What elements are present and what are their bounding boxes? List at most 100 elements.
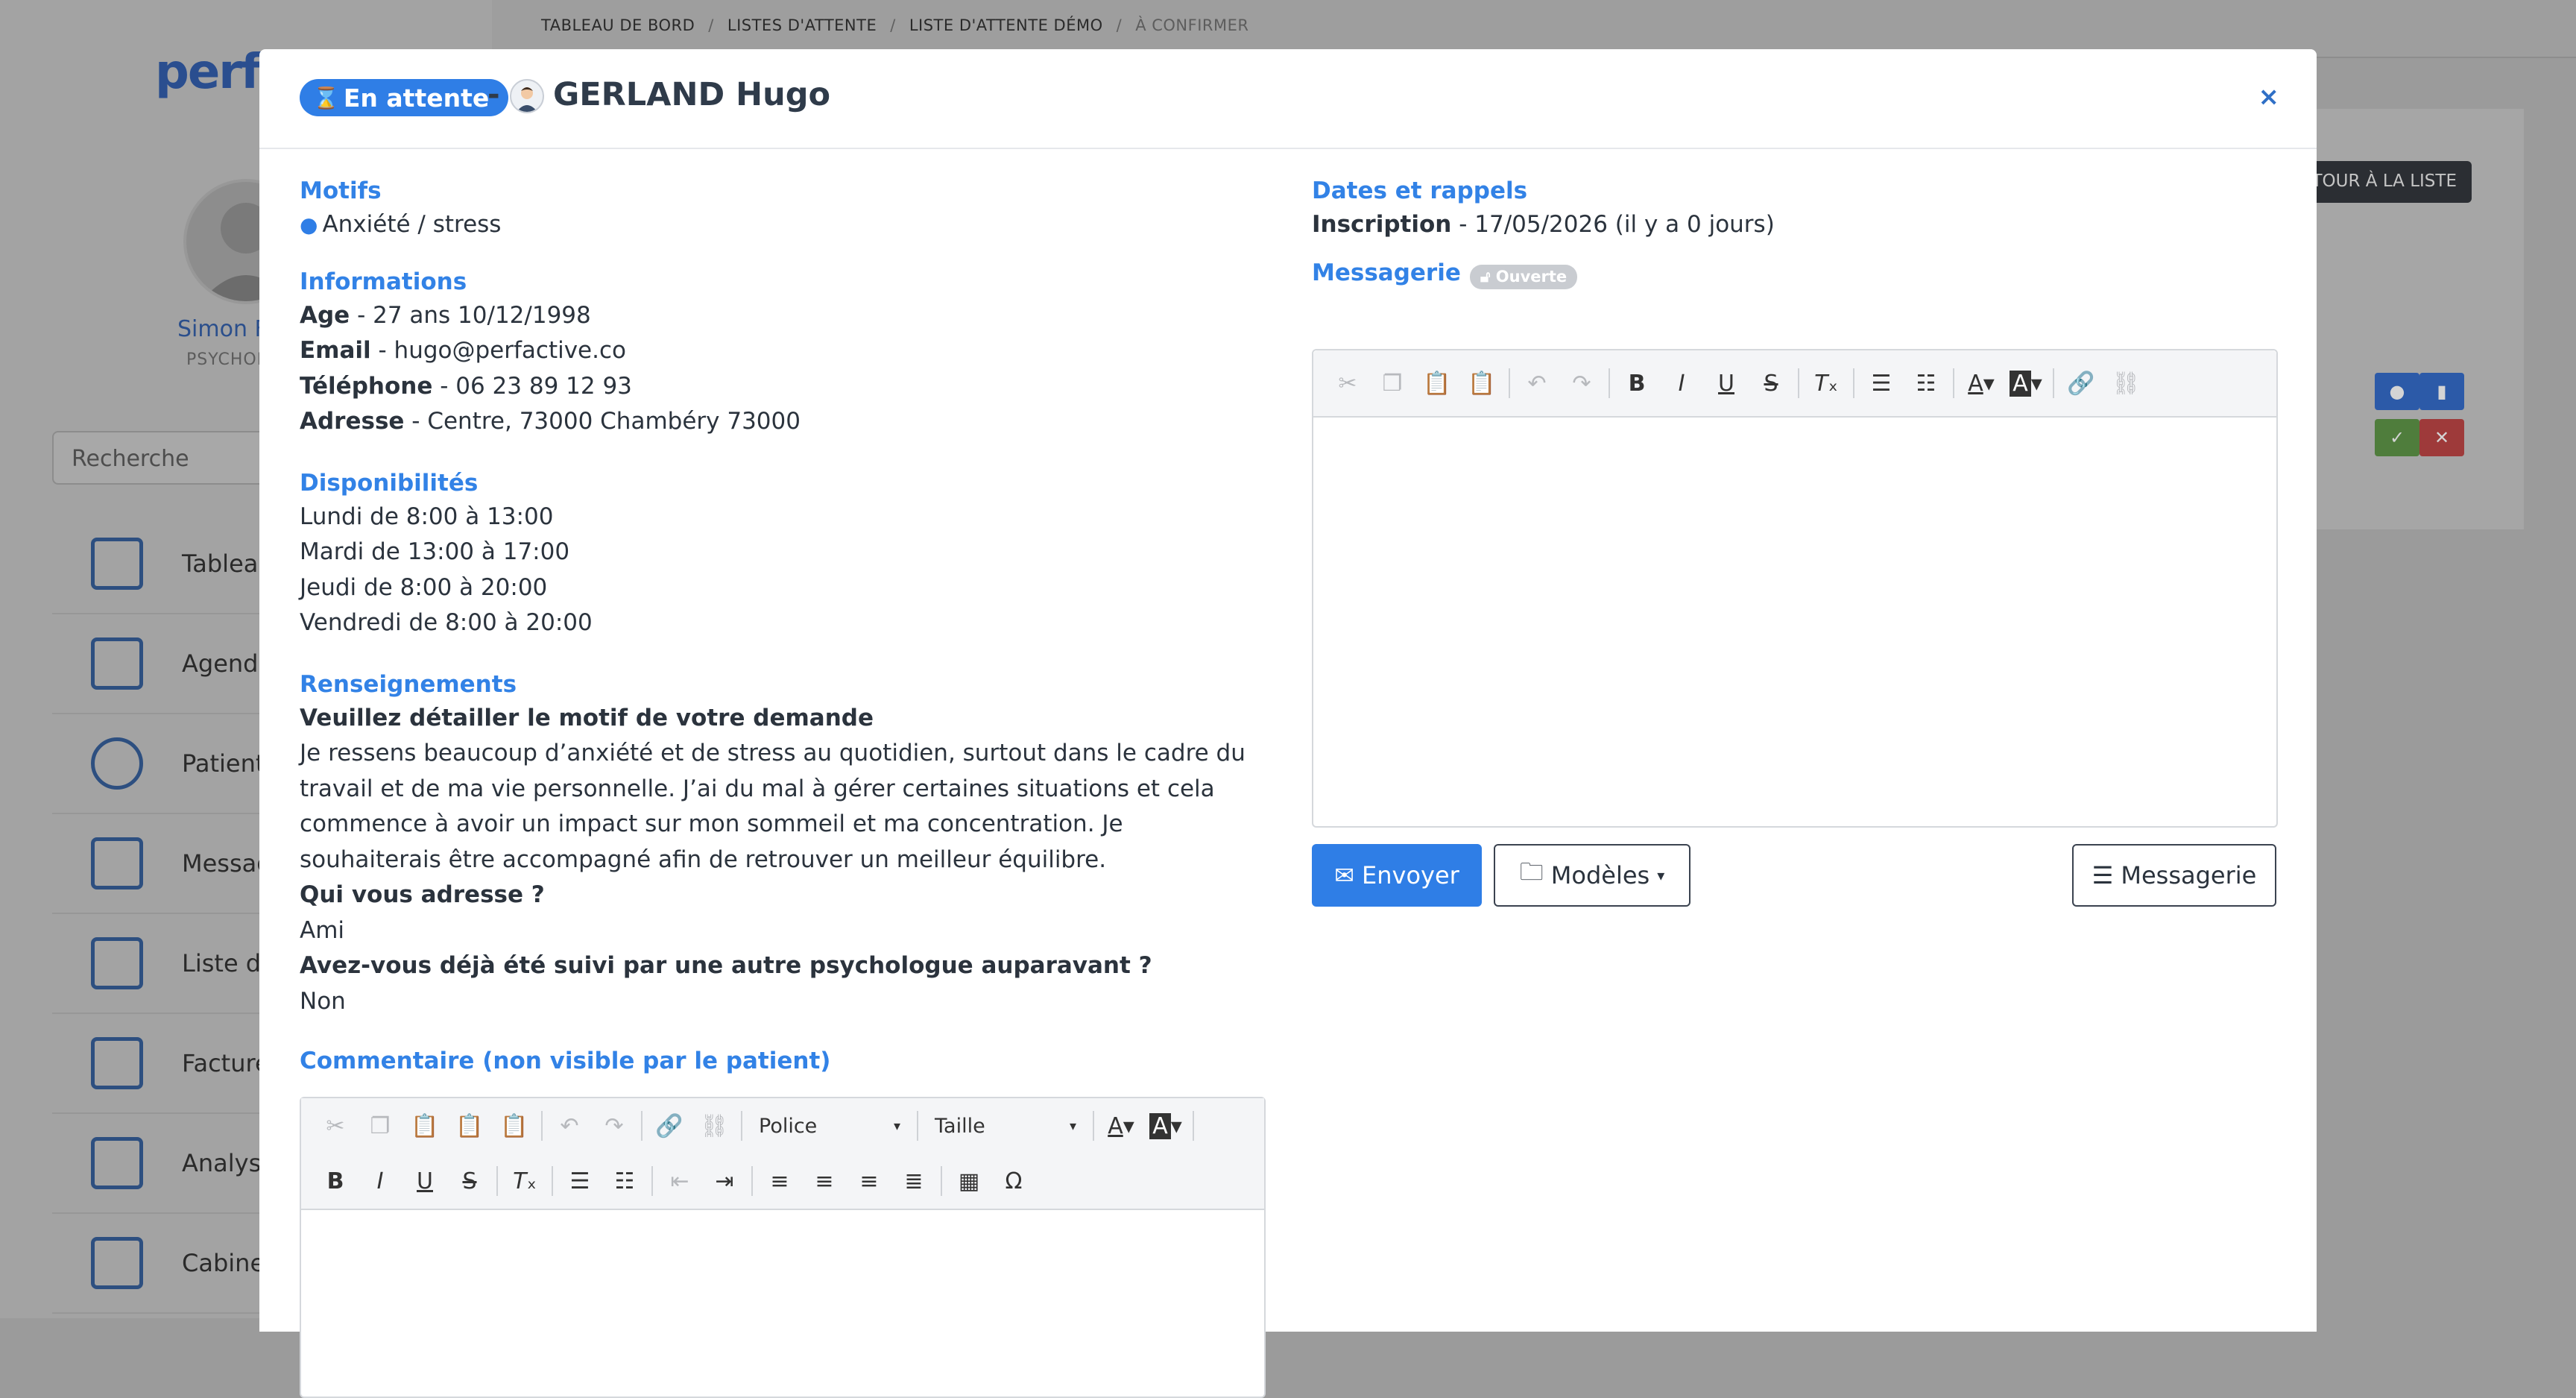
underline-icon[interactable]: U bbox=[1704, 361, 1749, 406]
tag-icon: ● bbox=[300, 212, 318, 237]
background-color-icon[interactable]: A ▾ bbox=[2004, 361, 2048, 406]
italic-icon[interactable]: I bbox=[358, 1159, 402, 1203]
bulleted-list-icon[interactable]: ☷ bbox=[602, 1159, 647, 1203]
box-icon bbox=[91, 1237, 143, 1289]
info-phone: Téléphone - 06 23 89 12 93 bbox=[300, 369, 1269, 405]
breadcrumb: TABLEAU DE BORD / LISTES D'ATTENTE / LISTE D… bbox=[541, 16, 1249, 34]
caret-down-icon: ▾ bbox=[1657, 866, 1665, 884]
info-value: - hugo@perfactive.co bbox=[370, 337, 627, 364]
commentaire-title: Commentaire (non visible par le patient) bbox=[300, 1048, 831, 1074]
copy-icon[interactable]: ❐ bbox=[358, 1103, 402, 1148]
align-center-icon[interactable]: ≡ bbox=[802, 1159, 847, 1203]
sidebar-item-label: Cabine bbox=[182, 1249, 265, 1277]
invoice-icon bbox=[91, 1037, 143, 1089]
answer: Non bbox=[300, 987, 346, 1015]
text-color-icon[interactable]: A ▾ bbox=[1959, 361, 2004, 406]
table-icon[interactable]: ▦ bbox=[947, 1159, 991, 1203]
remove-format-icon[interactable]: Tₓ bbox=[1804, 361, 1849, 406]
document-icon[interactable]: ▮ bbox=[2419, 373, 2464, 410]
breadcrumb-item[interactable]: TABLEAU DE BORD bbox=[541, 16, 695, 34]
info-age: Age - 27 ans 10/12/1998 bbox=[300, 298, 1269, 334]
undo-icon[interactable]: ↶ bbox=[547, 1103, 592, 1148]
align-right-icon[interactable]: ≡ bbox=[847, 1159, 891, 1203]
info-label: Adresse bbox=[300, 408, 405, 435]
paste-icon[interactable]: 📋 bbox=[1415, 361, 1459, 406]
comment-textarea[interactable] bbox=[301, 1210, 1264, 1329]
link-icon[interactable]: 🔗 bbox=[2059, 361, 2103, 406]
cut-icon[interactable]: ✂ bbox=[313, 1103, 358, 1148]
chart-icon bbox=[91, 1137, 143, 1189]
numbered-list-icon[interactable]: ☰ bbox=[558, 1159, 602, 1203]
sidebar-item-label: Analys bbox=[182, 1149, 262, 1177]
numbered-list-icon[interactable]: ☰ bbox=[1859, 361, 1904, 406]
comment-toolbar: ✂ ❐ 📋 📋 📋 ↶ ↷ 🔗 ⛓ Police ▾ Taille ▾ A ▾ … bbox=[301, 1098, 1264, 1210]
cut-icon[interactable]: ✂ bbox=[1325, 361, 1370, 406]
align-justify-icon[interactable]: ≣ bbox=[891, 1159, 936, 1203]
indent-icon[interactable]: ⇥ bbox=[702, 1159, 747, 1203]
unlock-icon: 🔓︎ bbox=[1480, 267, 1491, 286]
paste-word-icon[interactable]: 📋 bbox=[492, 1103, 537, 1148]
dashboard-icon bbox=[91, 538, 143, 590]
folder-icon: 🗀 bbox=[1519, 857, 1544, 886]
info-email: Email - hugo@perfactive.co bbox=[300, 333, 1269, 369]
bold-icon[interactable]: B bbox=[1614, 361, 1659, 406]
question: Qui vous adresse ? bbox=[300, 881, 545, 908]
messagerie-heading: Messagerie 🔓︎ Ouverte bbox=[1312, 256, 2276, 289]
size-select[interactable]: Taille ▾ bbox=[923, 1105, 1088, 1147]
paste-text-icon[interactable]: 📋 bbox=[1459, 361, 1504, 406]
outdent-icon[interactable]: ⇤ bbox=[657, 1159, 702, 1203]
answer: Ami bbox=[300, 916, 345, 944]
redo-icon[interactable]: ↷ bbox=[592, 1103, 637, 1148]
patient-side-panel: Dates et rappels Inscription - 17/05/202… bbox=[1312, 174, 2278, 907]
patient-modal: ⌛ En attente - GERLAND Hugo × Motifs ● An… bbox=[259, 49, 2317, 1398]
bulleted-list-icon[interactable]: ☷ bbox=[1904, 361, 1948, 406]
underline-icon[interactable]: U bbox=[402, 1159, 447, 1203]
font-select[interactable]: Police ▾ bbox=[747, 1105, 912, 1147]
templates-button[interactable]: 🗀 Modèles ▾ bbox=[1494, 844, 1690, 907]
modal-header: ⌛ En attente - GERLAND Hugo × bbox=[259, 49, 2317, 149]
background-color-icon[interactable]: A ▾ bbox=[1143, 1103, 1188, 1148]
link-icon[interactable]: 🔗 bbox=[647, 1103, 692, 1148]
send-button[interactable]: ✉ Envoyer bbox=[1312, 844, 1482, 907]
chevron-down-icon: ▾ bbox=[893, 1118, 900, 1134]
strikethrough-icon[interactable]: S bbox=[1749, 361, 1793, 406]
bold-icon[interactable]: B bbox=[313, 1159, 358, 1203]
availability-item: Lundi de 8:00 à 13:00 bbox=[300, 503, 554, 530]
message-textarea[interactable] bbox=[1313, 418, 2276, 820]
copy-icon[interactable]: ❐ bbox=[1370, 361, 1415, 406]
view-icon[interactable]: ● bbox=[2375, 373, 2419, 410]
availability-item: Mardi de 13:00 à 17:00 bbox=[300, 538, 570, 565]
comment-editor: ✂ ❐ 📋 📋 📋 ↶ ↷ 🔗 ⛓ Police ▾ Taille ▾ A ▾ … bbox=[300, 1097, 1266, 1398]
message-toolbar: ✂ ❐ 📋 📋 ↶ ↷ B I U S Tₓ ☰ ☷ A ▾ A ▾ 🔗 ⛓ bbox=[1313, 350, 2276, 418]
breadcrumb-item[interactable]: LISTE D'ATTENTE DÉMO bbox=[909, 16, 1103, 34]
user-name[interactable]: Simon F bbox=[177, 316, 268, 342]
paste-text-icon[interactable]: 📋 bbox=[447, 1103, 492, 1148]
answer: Je ressens beaucoup d’anxiété et de stre… bbox=[300, 740, 1246, 873]
reject-icon[interactable]: ✕ bbox=[2419, 419, 2464, 456]
paste-icon[interactable]: 📋 bbox=[402, 1103, 447, 1148]
unlink-icon[interactable]: ⛓ bbox=[2103, 361, 2148, 406]
strikethrough-icon[interactable]: S bbox=[447, 1159, 492, 1203]
messagerie-button[interactable]: ☰ Messagerie bbox=[2072, 844, 2276, 907]
question: Veuillez détailler le motif de votre dem… bbox=[300, 704, 874, 731]
accept-icon[interactable]: ✓ bbox=[2375, 419, 2419, 456]
user-role: PSYCHOL bbox=[186, 350, 267, 369]
registration-date: Inscription - 17/05/2026 (il y a 0 jours… bbox=[1312, 207, 2276, 243]
special-char-icon[interactable]: Ω bbox=[991, 1159, 1036, 1203]
text-color-icon[interactable]: A ▾ bbox=[1099, 1103, 1143, 1148]
remove-format-icon[interactable]: Tₓ bbox=[502, 1159, 547, 1203]
patient-name: GERLAND Hugo bbox=[553, 76, 831, 113]
message-editor: ✂ ❐ 📋 📋 ↶ ↷ B I U S Tₓ ☰ ☷ A ▾ A ▾ 🔗 ⛓ bbox=[1312, 349, 2278, 828]
status-badge: ⌛ En attente bbox=[300, 79, 509, 116]
info-address: Adresse - Centre, 73000 Chambéry 73000 bbox=[300, 404, 1269, 440]
user-circle-icon bbox=[91, 737, 143, 790]
unlink-icon[interactable]: ⛓ bbox=[692, 1103, 736, 1148]
clipboard-list-icon bbox=[91, 937, 143, 989]
undo-icon[interactable]: ↶ bbox=[1515, 361, 1559, 406]
motif-label: Anxiété / stress bbox=[322, 211, 502, 238]
align-left-icon[interactable]: ≡ bbox=[757, 1159, 802, 1203]
close-button[interactable]: × bbox=[2258, 82, 2280, 112]
redo-icon[interactable]: ↷ bbox=[1559, 361, 1604, 406]
breadcrumb-item[interactable]: LISTES D'ATTENTE bbox=[727, 16, 877, 34]
italic-icon[interactable]: I bbox=[1659, 361, 1704, 406]
